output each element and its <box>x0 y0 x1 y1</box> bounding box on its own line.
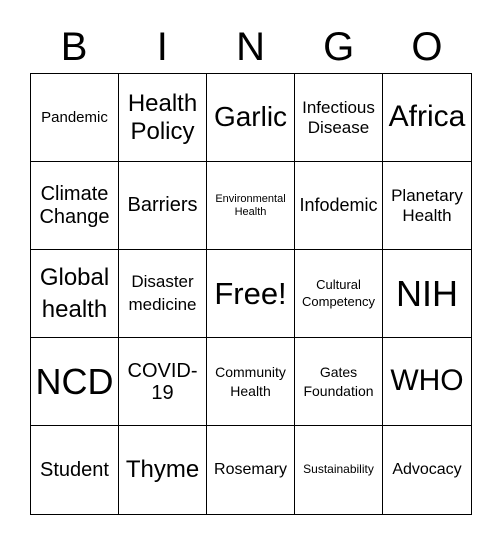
bingo-cell[interactable]: Rosemary <box>207 426 295 514</box>
bingo-cell[interactable]: Disaster medicine <box>119 250 207 338</box>
header-letter-o: O <box>411 25 443 69</box>
bingo-cell[interactable]: NCD <box>31 338 119 426</box>
bingo-cell[interactable]: Planetary Health <box>383 162 471 250</box>
bingo-cell[interactable]: Community Health <box>207 338 295 426</box>
bingo-cell[interactable]: Gates Foundation <box>295 338 383 426</box>
bingo-cell[interactable]: Global health <box>31 250 119 338</box>
bingo-cell[interactable]: Thyme <box>119 426 207 514</box>
bingo-cell[interactable]: Africa <box>383 74 471 162</box>
bingo-cell[interactable]: WHO <box>383 338 471 426</box>
bingo-cell[interactable]: NIH <box>383 250 471 338</box>
header-letter-n: N <box>236 25 265 69</box>
header-letter-g: G <box>323 25 355 69</box>
bingo-cell[interactable]: Advocacy <box>383 426 471 514</box>
bingo-cell[interactable]: Infectious Disease <box>295 74 383 162</box>
bingo-cell[interactable]: Infodemic <box>295 162 383 250</box>
bingo-cell[interactable]: Barriers <box>119 162 207 250</box>
header-letter-i: I <box>156 25 168 69</box>
bingo-cell[interactable]: Student <box>31 426 119 514</box>
bingo-header: B I N G O <box>30 22 471 72</box>
bingo-cell[interactable]: Pandemic <box>31 74 119 162</box>
bingo-cell[interactable]: COVID-19 <box>119 338 207 426</box>
bingo-cell[interactable]: Cultural Competency <box>295 250 383 338</box>
bingo-grid: Pandemic Health Policy Garlic Infectious Di… <box>30 73 472 515</box>
header-letter-b: B <box>60 25 88 69</box>
free-space-cell[interactable]: Free! <box>207 250 295 338</box>
bingo-cell[interactable]: Sustainability <box>295 426 383 514</box>
bingo-cell[interactable]: Climate Change <box>31 162 119 250</box>
bingo-cell[interactable]: Garlic <box>207 74 295 162</box>
bingo-cell[interactable]: Environmental Health <box>207 162 295 250</box>
bingo-cell[interactable]: Health Policy <box>119 74 207 162</box>
